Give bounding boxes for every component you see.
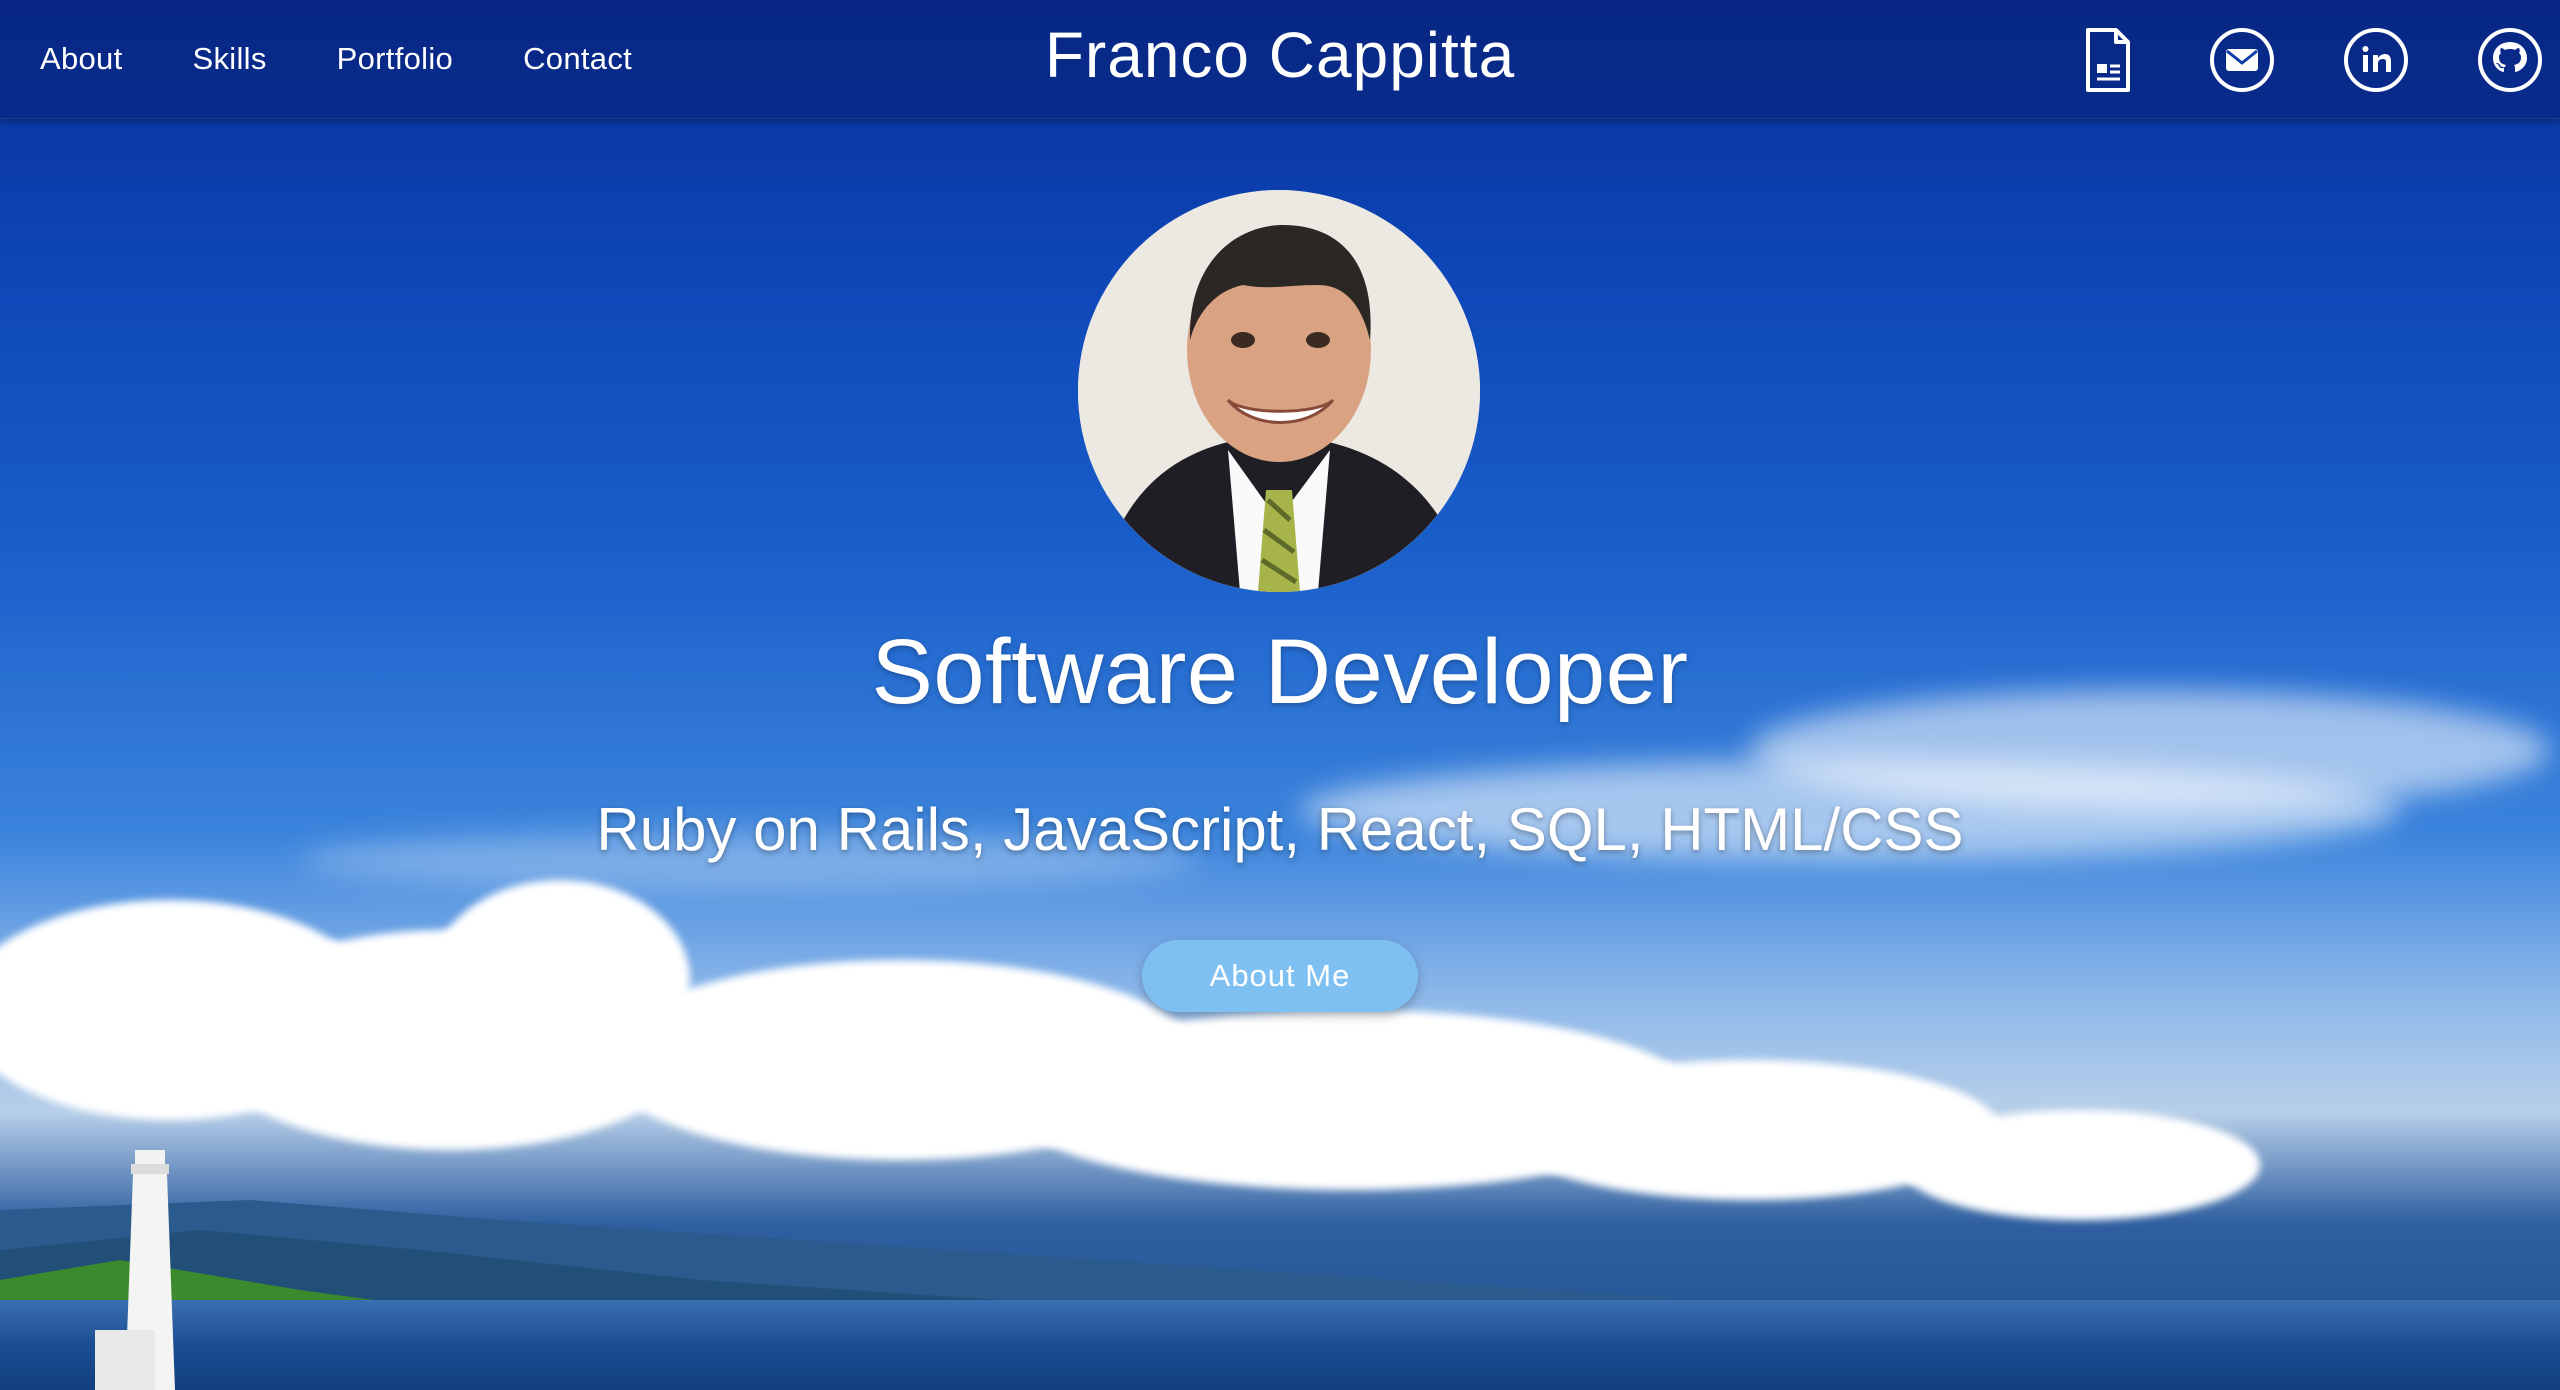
nav-link-portfolio[interactable]: Portfolio bbox=[337, 41, 453, 77]
lighthouse bbox=[95, 1150, 175, 1390]
github-icon[interactable] bbox=[2474, 24, 2546, 96]
social-icons bbox=[2072, 24, 2546, 96]
top-navbar: About Skills Portfolio Contact Franco Ca… bbox=[0, 0, 2560, 119]
hero-subtitle: Ruby on Rails, JavaScript, React, SQL, H… bbox=[596, 796, 1964, 863]
linkedin-icon[interactable] bbox=[2340, 24, 2412, 96]
about-me-button[interactable]: About Me bbox=[1142, 940, 1418, 1012]
nav-link-contact[interactable]: Contact bbox=[523, 41, 632, 77]
resume-icon[interactable] bbox=[2072, 24, 2144, 96]
nav-link-skills[interactable]: Skills bbox=[193, 41, 267, 77]
email-icon[interactable] bbox=[2206, 24, 2278, 96]
avatar bbox=[1078, 190, 1480, 592]
page: About Skills Portfolio Contact Franco Ca… bbox=[0, 0, 2560, 1390]
hero-title: Software Developer bbox=[871, 621, 1689, 723]
nav-links: About Skills Portfolio Contact bbox=[40, 0, 632, 118]
brand-title[interactable]: Franco Cappitta bbox=[1045, 18, 1515, 92]
nav-link-about[interactable]: About bbox=[40, 41, 123, 77]
profile-photo bbox=[1078, 190, 1480, 592]
